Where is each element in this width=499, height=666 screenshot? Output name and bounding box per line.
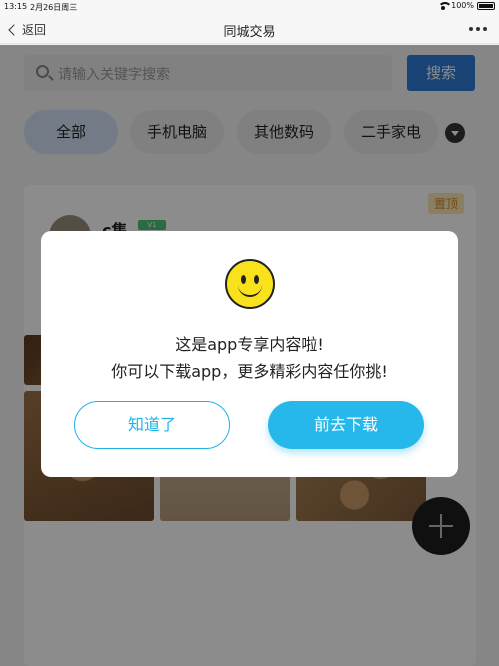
page-title: 同城交易 [223,25,276,40]
app-only-dialog: 这是app专享内容啦! 你可以下载app，更多精彩内容任你挑! 知道了 前去下载 [41,231,458,477]
status-indicators: 100% [438,1,495,10]
got-it-button[interactable]: 知道了 [74,401,230,449]
wifi-icon [438,1,453,10]
smiley-icon [225,259,275,309]
more-icon[interactable] [469,27,487,31]
dialog-message-line1: 这是app专享内容啦! [175,335,324,354]
download-app-button[interactable]: 前去下载 [268,401,424,449]
nav-bar: 返回 同城交易 [0,14,499,44]
status-bar: 13:15 2月26日周三 100% [0,0,499,14]
battery-percent: 100% [451,1,474,10]
battery-icon [477,1,495,10]
status-date: 2月26日周三 [30,3,78,12]
dialog-message-line2: 你可以下载app，更多精彩内容任你挑! [111,362,388,381]
status-time: 13:15 [4,2,28,11]
